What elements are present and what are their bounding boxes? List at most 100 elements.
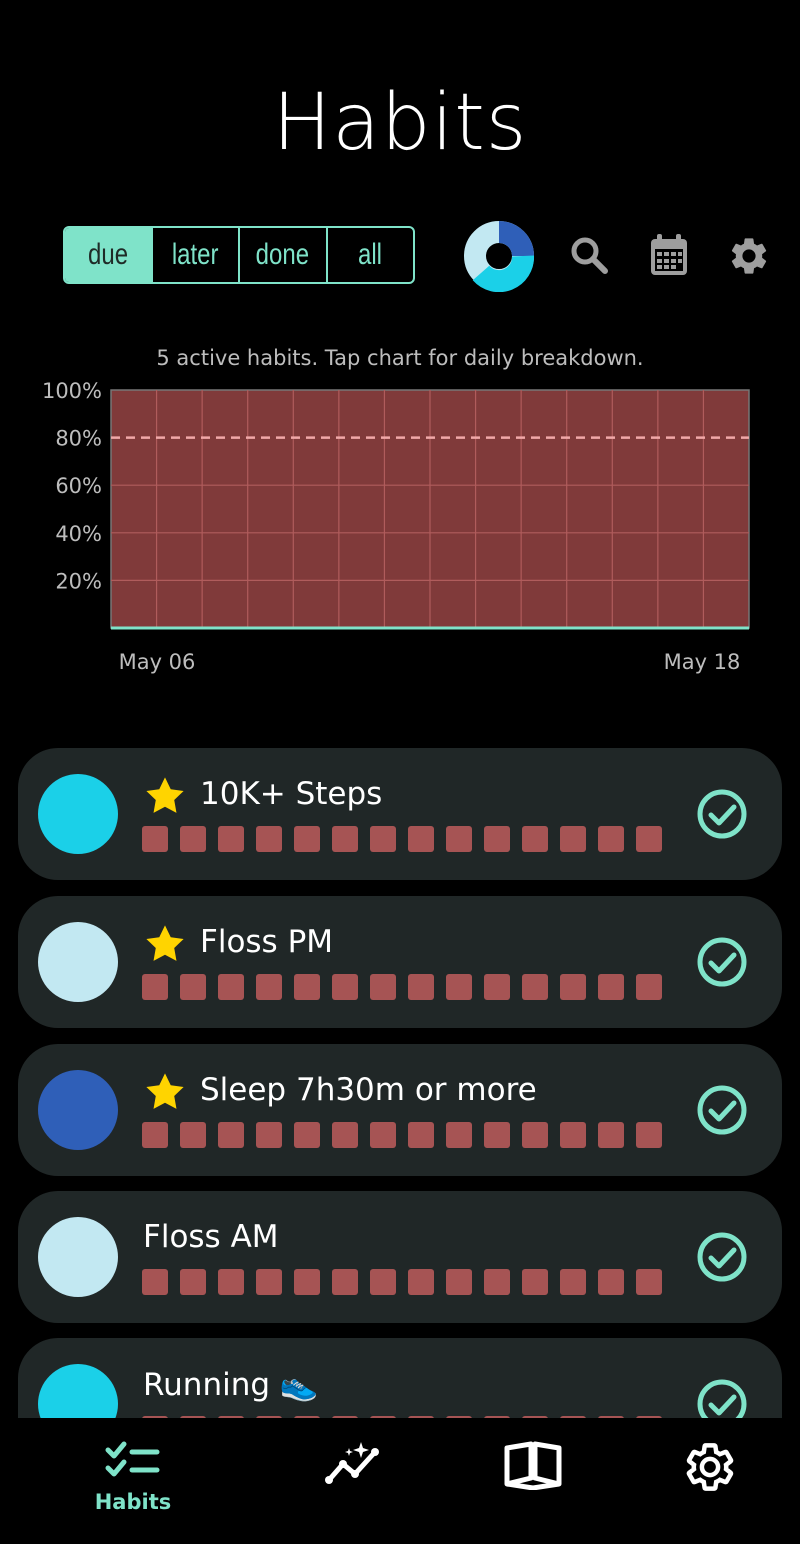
check-circle-icon[interactable]: [696, 788, 748, 844]
history-day-missed: [598, 1122, 624, 1148]
history-day-missed: [484, 1122, 510, 1148]
history-day-missed: [598, 1269, 624, 1295]
history-day-missed: [142, 1122, 168, 1148]
history-day-missed: [598, 974, 624, 1000]
nav-habits[interactable]: Habits: [73, 1440, 193, 1514]
history-day-missed: [370, 1122, 396, 1148]
history-day-missed: [142, 826, 168, 852]
search-icon[interactable]: [568, 234, 610, 280]
history-day-missed: [560, 1122, 586, 1148]
history-day-missed: [332, 1122, 358, 1148]
check-circle-icon[interactable]: [696, 1231, 748, 1287]
habit-name: 10K+ Steps: [200, 776, 383, 812]
history-day-missed: [446, 826, 472, 852]
habit-card[interactable]: 10K+ Steps: [18, 748, 782, 880]
calendar-icon[interactable]: [648, 232, 690, 282]
filter-label: later: [171, 238, 219, 271]
filter-done[interactable]: done: [238, 228, 326, 282]
nav-label: Habits: [94, 1490, 172, 1514]
completion-chart[interactable]: 100% 80% 60% 40% 20% May 06 May 18: [0, 379, 800, 690]
habit-history: [142, 974, 662, 1000]
habit-name: Running 👟: [143, 1367, 319, 1403]
history-day-missed: [408, 1122, 434, 1148]
history-day-missed: [332, 974, 358, 1000]
nav-journal[interactable]: [473, 1440, 593, 1494]
book-icon: [473, 1440, 593, 1494]
filter-later[interactable]: later: [150, 228, 239, 282]
history-day-missed: [484, 1269, 510, 1295]
bottom-nav: Habits: [0, 1418, 800, 1544]
history-day-missed: [370, 974, 396, 1000]
history-day-missed: [294, 1269, 320, 1295]
filter-label: due: [87, 238, 128, 271]
history-day-missed: [218, 826, 244, 852]
habit-color-dot: [38, 1070, 118, 1150]
history-day-missed: [636, 974, 662, 1000]
history-day-missed: [370, 1269, 396, 1295]
settings-icon[interactable]: [727, 234, 771, 282]
summary-text: 5 active habits. Tap chart for daily bre…: [156, 346, 644, 370]
star-icon: [144, 924, 186, 968]
history-day-missed: [180, 974, 206, 1000]
y-tick-label: 100%: [42, 380, 102, 403]
history-day-missed: [256, 1122, 282, 1148]
history-day-missed: [180, 1269, 206, 1295]
history-day-missed: [484, 974, 510, 1000]
habit-color-dot: [38, 774, 118, 854]
history-day-missed: [142, 974, 168, 1000]
x-tick-label: May 18: [664, 650, 741, 674]
y-tick-label: 80%: [55, 427, 102, 451]
history-day-missed: [294, 826, 320, 852]
history-day-missed: [256, 1269, 282, 1295]
habit-card[interactable]: Floss AM: [18, 1191, 782, 1323]
nav-settings[interactable]: [650, 1440, 770, 1498]
habit-card[interactable]: Floss PM: [18, 896, 782, 1028]
history-day-missed: [408, 1269, 434, 1295]
history-day-missed: [218, 1269, 244, 1295]
filter-all[interactable]: all: [325, 228, 414, 282]
check-circle-icon[interactable]: [696, 1084, 748, 1140]
history-day-missed: [598, 826, 624, 852]
history-day-missed: [180, 1122, 206, 1148]
history-day-missed: [636, 1269, 662, 1295]
y-tick-label: 60%: [55, 474, 102, 498]
history-day-missed: [560, 826, 586, 852]
habit-name: Floss AM: [143, 1219, 279, 1255]
history-day-missed: [332, 826, 358, 852]
page-title: Habits: [272, 78, 528, 168]
history-day-missed: [560, 974, 586, 1000]
history-day-missed: [446, 1269, 472, 1295]
nav-insights[interactable]: [295, 1440, 415, 1494]
filter-label: done: [256, 238, 310, 271]
history-day-missed: [256, 826, 282, 852]
check-circle-icon[interactable]: [696, 936, 748, 992]
history-day-missed: [370, 826, 396, 852]
history-day-missed: [522, 1269, 548, 1295]
filter-label: all: [358, 238, 383, 271]
history-day-missed: [560, 1269, 586, 1295]
habit-name: Sleep 7h30m or more: [200, 1072, 537, 1108]
filter-due[interactable]: due: [65, 228, 151, 282]
history-day-missed: [294, 1122, 320, 1148]
history-day-missed: [408, 974, 434, 1000]
insights-icon: [295, 1440, 415, 1494]
habit-card[interactable]: Sleep 7h30m or more: [18, 1044, 782, 1176]
y-tick-label: 40%: [55, 522, 102, 546]
history-day-missed: [256, 974, 282, 1000]
donut-chart-icon[interactable]: [463, 220, 535, 296]
y-tick-label: 20%: [55, 569, 102, 593]
history-day-missed: [522, 826, 548, 852]
history-day-missed: [636, 826, 662, 852]
habit-name: Floss PM: [200, 924, 334, 960]
history-day-missed: [484, 826, 510, 852]
history-day-missed: [522, 1122, 548, 1148]
history-day-missed: [332, 1269, 358, 1295]
history-day-missed: [446, 974, 472, 1000]
habit-color-dot: [38, 922, 118, 1002]
history-day-missed: [218, 974, 244, 1000]
history-day-missed: [636, 1122, 662, 1148]
history-day-missed: [294, 974, 320, 1000]
history-day-missed: [218, 1122, 244, 1148]
habit-history: [142, 1269, 662, 1295]
habit-history: [142, 1122, 662, 1148]
